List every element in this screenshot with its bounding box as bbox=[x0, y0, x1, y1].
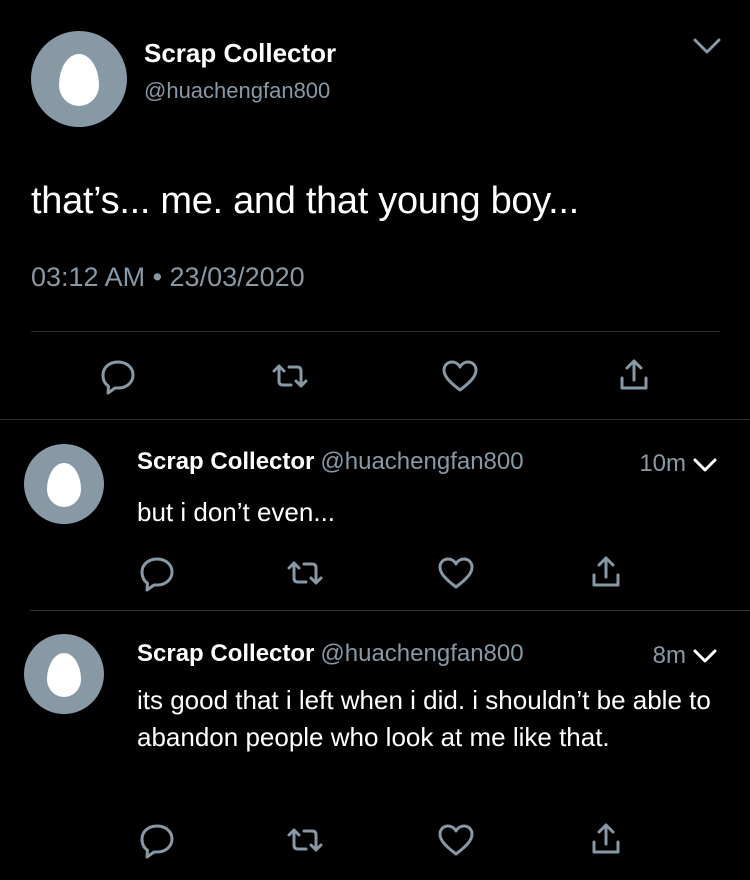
avatar[interactable] bbox=[24, 634, 104, 714]
avatar[interactable] bbox=[24, 444, 104, 524]
main-display-name[interactable]: Scrap Collector bbox=[144, 38, 336, 69]
reply-name-label[interactable]: Scrap Collector bbox=[137, 448, 314, 475]
reply-text: its good that i left when i did. i shoul… bbox=[137, 685, 711, 752]
retweet-icon[interactable] bbox=[285, 553, 325, 593]
heart-icon[interactable] bbox=[436, 820, 476, 860]
reply-icon[interactable] bbox=[98, 356, 138, 396]
divider bbox=[30, 610, 750, 611]
default-egg-avatar-icon bbox=[47, 463, 81, 507]
reply-name-label[interactable]: Scrap Collector bbox=[137, 640, 314, 667]
share-icon[interactable] bbox=[586, 553, 626, 593]
main-tweet-timestamp[interactable]: 03:12 AM • 23/03/2020 bbox=[31, 262, 305, 293]
share-icon[interactable] bbox=[614, 356, 654, 396]
chevron-down-icon[interactable] bbox=[692, 34, 722, 58]
share-icon[interactable] bbox=[586, 820, 626, 860]
avatar[interactable] bbox=[31, 31, 127, 127]
retweet-icon[interactable] bbox=[285, 820, 325, 860]
retweet-icon[interactable] bbox=[270, 356, 310, 396]
reply-time: 10m bbox=[639, 450, 686, 477]
reply-display-name[interactable]: Scrap Collector @huachengfan800 bbox=[137, 448, 524, 476]
reply-handle[interactable]: @huachengfan800 bbox=[320, 448, 523, 475]
reply-text: but i don’t even... bbox=[137, 497, 336, 527]
main-handle[interactable]: @huachengfan800 bbox=[144, 78, 330, 104]
divider bbox=[0, 419, 750, 420]
default-egg-avatar-icon bbox=[47, 653, 81, 697]
main-tweet-text: that’s... me. and that young boy... bbox=[31, 180, 579, 222]
heart-icon[interactable] bbox=[436, 553, 476, 593]
default-egg-avatar-icon bbox=[59, 54, 99, 106]
reply-display-name[interactable]: Scrap Collector @huachengfan800 bbox=[137, 640, 524, 668]
reply-icon[interactable] bbox=[137, 820, 177, 860]
heart-icon[interactable] bbox=[440, 356, 480, 396]
chevron-down-icon[interactable] bbox=[692, 646, 718, 666]
reply-handle[interactable]: @huachengfan800 bbox=[320, 640, 523, 667]
reply-time: 8m bbox=[652, 642, 686, 669]
chevron-down-icon[interactable] bbox=[692, 455, 718, 475]
reply-icon[interactable] bbox=[137, 553, 177, 593]
divider bbox=[31, 331, 720, 332]
